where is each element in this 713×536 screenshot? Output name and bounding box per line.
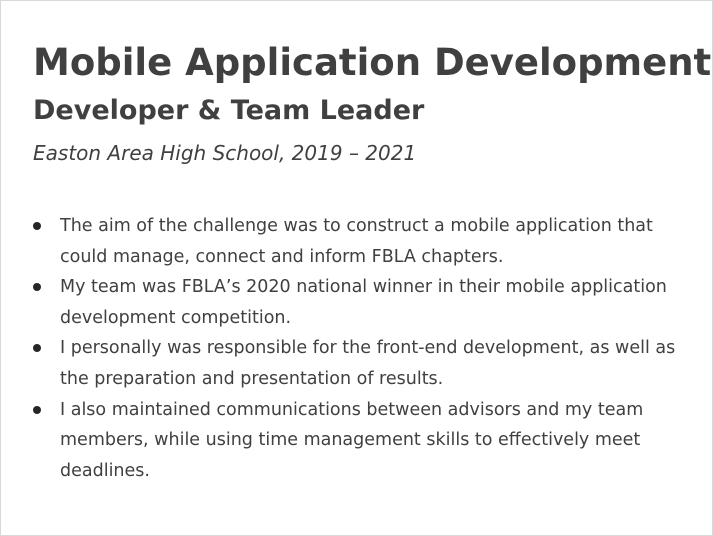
list-item: I personally was responsible for the fro… (31, 333, 691, 394)
list-item-text: My team was FBLA’s 2020 national winner … (60, 277, 667, 328)
list-item-text: I personally was responsible for the fro… (60, 338, 676, 389)
list-item-text: I also maintained communications between… (60, 399, 644, 481)
entry-organization-dates: Easton Area High School, 2019 – 2021 (33, 141, 417, 165)
bullet-icon (33, 283, 41, 292)
entry-title: Mobile Application Development (33, 41, 712, 84)
list-item: My team was FBLA’s 2020 national winner … (31, 272, 691, 333)
resume-entry-card: Mobile Application Development Developer… (0, 0, 713, 536)
bullet-icon (33, 222, 41, 230)
list-item-text: The aim of the challenge was to construc… (60, 216, 653, 267)
achievement-list: The aim of the challenge was to construc… (31, 211, 691, 486)
entry-role: Developer & Team Leader (33, 95, 425, 126)
list-item: I also maintained communications between… (31, 395, 691, 487)
bullet-icon (33, 405, 41, 414)
list-item: The aim of the challenge was to construc… (31, 211, 691, 272)
bullet-icon (33, 344, 41, 353)
